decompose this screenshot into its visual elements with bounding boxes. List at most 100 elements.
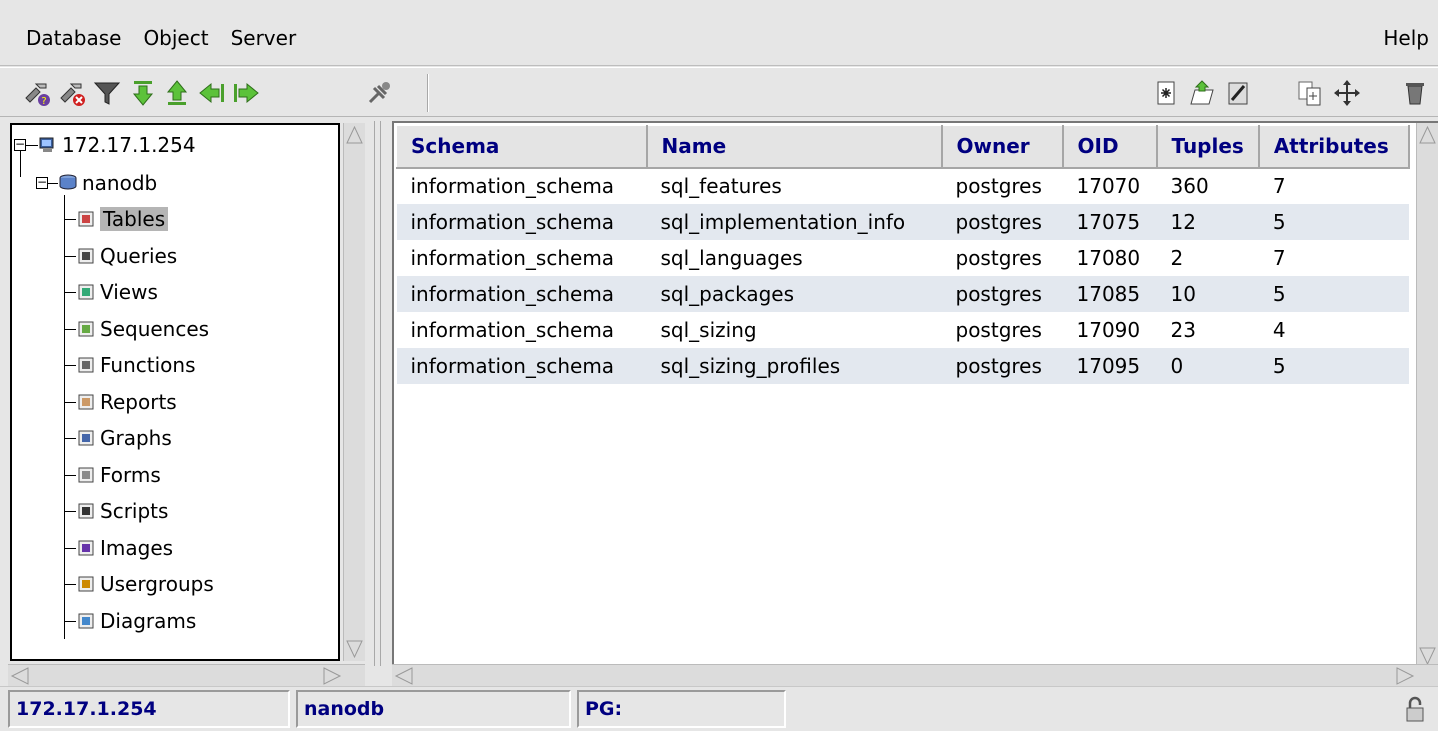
panel-splitter[interactable] [371, 121, 385, 666]
menu-bar: Database Object Server Help [0, 0, 1438, 66]
table-header-row: Schema Name Owner OID Tuples Attributes [396, 125, 1410, 169]
tree-node-images[interactable]: Images [76, 532, 173, 564]
tree-node-views[interactable]: Views [76, 276, 158, 308]
tools-icon[interactable] [364, 78, 394, 108]
column-header-schema[interactable]: Schema [396, 125, 648, 169]
table-horizontal-scrollbar[interactable] [392, 664, 1438, 686]
tree-line [48, 183, 58, 184]
tree-node-tables[interactable]: Tables [76, 203, 169, 235]
tree-node-label: Diagrams [100, 608, 197, 633]
tree-horizontal-scrollbar[interactable] [8, 664, 365, 686]
tree-node-server[interactable]: 172.17.1.254 [38, 129, 196, 161]
table-row[interactable]: information_schema sql_sizing postgres 1709… [397, 312, 1409, 348]
tree-node-functions[interactable]: Functions [76, 349, 196, 381]
cell-oid: 17095 [1062, 347, 1157, 384]
new-object-icon[interactable] [1151, 78, 1181, 108]
column-header-name[interactable]: Name [646, 125, 943, 169]
cell-schema: information_schema [396, 203, 647, 240]
cell-name: sql_features [660, 174, 782, 198]
tree-line [64, 219, 76, 220]
tree-node-queries[interactable]: Queries [76, 240, 177, 272]
tree-node-sequences[interactable]: Sequences [76, 313, 209, 345]
tree-node-label: Views [100, 280, 158, 304]
diagrams-icon [76, 611, 96, 631]
cell-owner: postgres [955, 174, 1042, 198]
scroll-up-icon[interactable] [1417, 123, 1438, 147]
cell-name: sql_languages [660, 245, 803, 270]
tree-node-forms[interactable]: Forms [76, 459, 161, 491]
table-row[interactable]: information_schema sql_implementation_inf… [396, 203, 1409, 240]
tree-line [64, 401, 76, 403]
arrow-down-icon[interactable] [128, 78, 158, 108]
cell-name: sql_sizing [660, 317, 757, 342]
table-row[interactable]: information_schema sql_features postgres 17… [397, 168, 1409, 204]
table-row[interactable]: information_schema sql_packages postgres 17… [396, 275, 1409, 312]
graphs-icon [76, 428, 96, 448]
table-row[interactable]: information_schema sql_sizing_profiles pos… [396, 347, 1409, 384]
arrow-right-icon[interactable] [231, 78, 261, 108]
cell-tuples: 12 [1156, 203, 1259, 240]
tree-line [64, 547, 76, 549]
cell-attributes: 5 [1258, 347, 1409, 384]
column-header-owner[interactable]: Owner [941, 125, 1064, 169]
menu-help[interactable]: Help [1383, 26, 1429, 50]
tree-line [64, 255, 76, 257]
menu-database[interactable]: Database [26, 26, 121, 50]
copy-object-icon[interactable] [1295, 78, 1325, 108]
cell-schema: information_schema [410, 245, 615, 270]
object-tree: − 172.17.1.254 − nanodb Tables Queries Vie… [10, 123, 340, 661]
svg-text:?: ? [41, 96, 46, 107]
tree-node-scripts[interactable]: Scripts [76, 495, 168, 527]
tree-vertical-scrollbar[interactable] [343, 123, 365, 661]
database-icon [58, 173, 78, 193]
scroll-up-icon[interactable] [344, 123, 365, 147]
cell-attributes: 4 [1272, 317, 1286, 342]
tree-node-database[interactable]: nanodb [58, 167, 157, 199]
tree-node-graphs[interactable]: Graphs [76, 422, 172, 454]
arrow-up-icon[interactable] [162, 78, 192, 108]
cell-tuples: 2 [1170, 245, 1184, 270]
edit-object-icon[interactable] [1223, 78, 1253, 108]
reports-icon [76, 392, 96, 412]
arrow-left-icon[interactable] [197, 78, 227, 108]
column-header-attributes[interactable]: Attributes [1258, 125, 1410, 169]
images-icon [76, 538, 96, 558]
tree-line [64, 474, 76, 476]
objects-table: Schema Name Owner OID Tuples Attributes … [396, 125, 1410, 384]
menu-server[interactable]: Server [231, 26, 297, 50]
tree-node-label: Functions [100, 353, 196, 377]
cell-tuples: 360 [1170, 174, 1209, 198]
column-header-tuples[interactable]: Tuples [1155, 125, 1260, 169]
disconnect-icon[interactable] [57, 78, 87, 108]
delete-object-icon[interactable] [1400, 78, 1430, 108]
cell-schema: information_schema [396, 275, 647, 312]
tree-line [64, 620, 76, 622]
table-row[interactable]: information_schema sql_languages postgres 1… [397, 240, 1409, 276]
cell-oid: 17075 [1062, 203, 1157, 240]
tree-node-label: Scripts [100, 499, 169, 523]
status-pg: PG: [577, 690, 786, 728]
tree-node-usergroups[interactable]: Usergroups [76, 568, 214, 600]
database-label: nanodb [82, 171, 158, 195]
tree-line [64, 584, 76, 585]
lock-icon[interactable] [1404, 696, 1426, 724]
column-header-oid[interactable]: OID [1062, 125, 1158, 169]
filter-icon[interactable] [92, 78, 122, 108]
scroll-down-icon[interactable] [344, 637, 365, 661]
move-object-icon[interactable] [1332, 78, 1362, 108]
open-object-icon[interactable] [1187, 78, 1217, 108]
menu-object[interactable]: Object [143, 26, 208, 50]
cell-tuples: 10 [1156, 275, 1259, 312]
tree-node-label: Queries [100, 243, 178, 268]
server-expander[interactable]: − [14, 138, 26, 151]
database-expander[interactable]: − [36, 176, 48, 189]
cell-tuples: 23 [1170, 317, 1196, 342]
table-vertical-scrollbar[interactable] [1416, 123, 1438, 668]
tree-line [64, 195, 65, 639]
toolbar-separator [427, 74, 429, 112]
tree-node-reports[interactable]: Reports [76, 386, 177, 418]
status-host: 172.17.1.254 [8, 690, 290, 728]
connect-icon[interactable]: ? [22, 78, 52, 108]
object-list-panel: Schema Name Owner OID Tuples Attributes … [392, 121, 1438, 668]
tree-node-diagrams[interactable]: Diagrams [76, 605, 196, 637]
